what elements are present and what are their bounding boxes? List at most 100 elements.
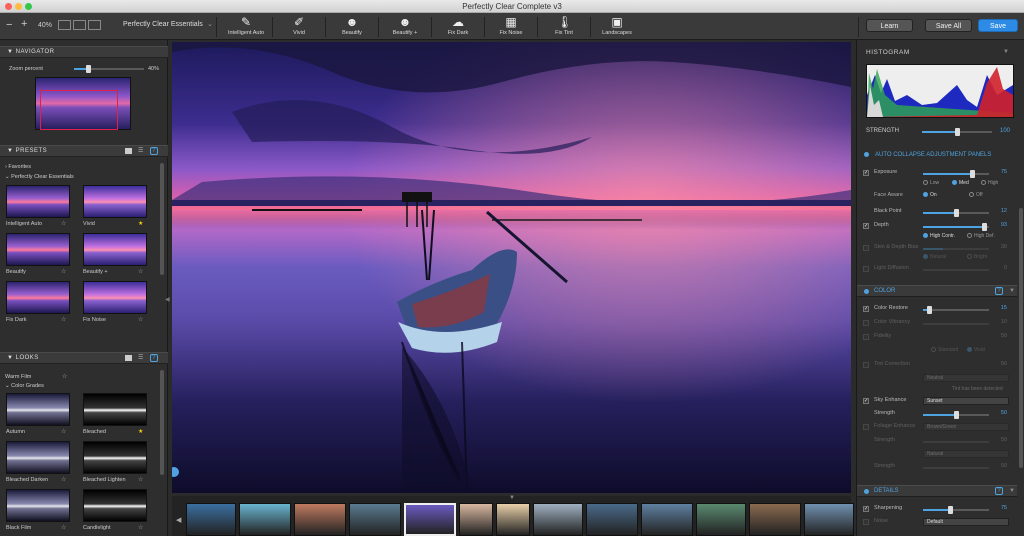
zoom-percent-slider[interactable] <box>74 65 144 73</box>
favorites-group[interactable]: › Favorites <box>5 164 31 170</box>
tool-intelligent-auto[interactable]: ✎ Intelligent Auto <box>222 13 270 40</box>
filmstrip-prev-icon[interactable]: ◀ <box>176 516 181 524</box>
exposure-med-radio[interactable]: Med <box>952 180 969 186</box>
help-icon[interactable]: ? <box>150 147 158 155</box>
grid-view-icon[interactable] <box>125 148 132 154</box>
filmstrip-thumbnail[interactable] <box>696 503 746 536</box>
color-grades-group[interactable]: ⌄ Color Grades <box>5 383 44 389</box>
fidelity-vivid-radio[interactable]: Vivid <box>967 347 985 353</box>
chevron-down-icon[interactable]: ⌄ <box>207 20 213 28</box>
face-off-radio[interactable]: Off <box>969 192 983 198</box>
tool-fix-tint[interactable]: 🌡 Fix Tint <box>540 13 588 40</box>
sky-strength-slider[interactable] <box>923 411 989 419</box>
star-icon[interactable]: ☆ <box>62 373 67 380</box>
presets-header[interactable]: ▼ PRESETS ☰ ? <box>0 145 168 157</box>
preset-thumbnail[interactable] <box>83 441 147 474</box>
star-icon[interactable]: ☆ <box>138 268 143 275</box>
single-view-icon[interactable] <box>58 20 71 30</box>
help-icon[interactable]: ? <box>995 487 1003 495</box>
color-restore-checkbox[interactable]: ✓ <box>863 306 869 312</box>
filmstrip-thumbnail[interactable] <box>586 503 638 536</box>
preset-select[interactable]: Perfectly Clear Essentials <box>123 21 203 28</box>
list-view-icon[interactable]: ☰ <box>138 146 144 157</box>
fidelity-standard-radio[interactable]: Standard <box>931 347 958 353</box>
light-diffusion-checkbox[interactable] <box>863 266 869 272</box>
preset-thumbnail[interactable] <box>83 489 147 522</box>
star-icon[interactable]: ★ <box>138 220 143 227</box>
filmstrip-thumbnail[interactable] <box>749 503 801 536</box>
star-icon[interactable]: ☆ <box>138 316 143 323</box>
minimize-window-button[interactable] <box>15 3 22 10</box>
histogram-collapse-icon[interactable]: ▼ <box>1003 49 1009 55</box>
preset-thumbnail[interactable] <box>83 185 147 218</box>
sky-enhance-checkbox[interactable]: ✓ <box>863 398 869 404</box>
preset-thumbnail[interactable] <box>6 185 70 218</box>
essentials-group[interactable]: ⌄ Perfectly Clear Essentials <box>5 174 74 180</box>
face-on-radio[interactable]: On <box>923 192 937 198</box>
filmstrip-toggle-icon[interactable]: ▼ <box>509 495 515 501</box>
tool-landscapes[interactable]: ▣ Landscapes <box>593 13 641 40</box>
foliage-checkbox[interactable] <box>863 424 869 430</box>
star-icon[interactable]: ☆ <box>138 524 143 531</box>
star-icon[interactable]: ☆ <box>61 316 66 323</box>
sharpening-slider[interactable] <box>923 506 989 514</box>
zoom-window-button[interactable] <box>25 3 32 10</box>
star-icon[interactable]: ☆ <box>138 476 143 483</box>
filmstrip-thumbnail[interactable] <box>404 503 456 536</box>
foliage-select[interactable]: Brown/Green <box>923 423 1009 431</box>
depth-checkbox[interactable]: ✓ <box>863 223 869 229</box>
tool-beautify[interactable]: ☻ Beautify + <box>381 13 429 40</box>
list-view-icon[interactable]: ☰ <box>138 353 144 364</box>
preset-thumbnail[interactable] <box>83 281 147 314</box>
save-button[interactable]: Save <box>978 19 1018 32</box>
noise-select[interactable]: Default <box>923 518 1009 526</box>
split-view-icon[interactable] <box>73 20 86 30</box>
preset-thumbnail[interactable] <box>6 233 70 266</box>
exposure-low-radio[interactable]: Low <box>923 180 939 186</box>
preset-thumbnail[interactable] <box>83 233 147 266</box>
close-window-button[interactable] <box>5 3 12 10</box>
light-diffusion-slider[interactable] <box>923 269 989 271</box>
collapse-icon[interactable]: ▼ <box>1009 486 1015 497</box>
learn-button[interactable]: Learn <box>866 19 913 32</box>
filmstrip-thumbnail[interactable] <box>349 503 401 536</box>
preset-thumbnail[interactable] <box>6 393 70 426</box>
skin-depth-checkbox[interactable] <box>863 245 869 251</box>
strength-slider[interactable] <box>922 128 992 136</box>
tint-select[interactable]: Neutral <box>923 374 1009 382</box>
skin-natural-radio[interactable]: Natural <box>923 254 946 260</box>
filmstrip-thumbnail[interactable] <box>641 503 693 536</box>
sky-select[interactable]: Sunset <box>923 397 1009 405</box>
foliage-select-2[interactable]: Natural <box>923 450 1009 458</box>
filmstrip-thumbnail[interactable] <box>459 503 493 536</box>
exposure-checkbox[interactable]: ✓ <box>863 170 869 176</box>
zoom-in-icon[interactable]: + <box>21 18 27 30</box>
strength3-slider[interactable] <box>923 467 989 469</box>
grid-view-icon[interactable] <box>125 355 132 361</box>
filmstrip-thumbnail[interactable] <box>533 503 583 536</box>
looks-header[interactable]: ▼ LOOKS ☰ ? <box>0 352 168 364</box>
collapse-left-icon[interactable]: ◀ <box>165 296 170 303</box>
filmstrip-thumbnail[interactable] <box>186 503 236 536</box>
skin-depth-slider[interactable] <box>923 248 989 250</box>
depth-high-contrast-radio[interactable]: High Contr. <box>923 233 955 239</box>
star-icon[interactable]: ☆ <box>61 476 66 483</box>
tool-fix-noise[interactable]: ▦ Fix Noise <box>487 13 535 40</box>
color-vibrancy-checkbox[interactable] <box>863 320 869 326</box>
details-section-header[interactable]: DETAILS? ▼ <box>857 485 1017 497</box>
adjustments-scrollbar[interactable] <box>1019 208 1023 468</box>
depth-slider[interactable] <box>923 223 989 231</box>
preset-thumbnail[interactable] <box>6 489 70 522</box>
color-vibrancy-slider[interactable] <box>923 323 989 325</box>
star-icon[interactable]: ☆ <box>61 220 66 227</box>
filmstrip-thumbnail[interactable] <box>294 503 346 536</box>
preset-thumbnail[interactable] <box>6 281 70 314</box>
looks-scrollbar[interactable] <box>160 370 164 475</box>
tool-fix-dark[interactable]: ☁ Fix Dark <box>434 13 482 40</box>
tool-vivid[interactable]: ✐ Vivid <box>275 13 323 40</box>
sharpening-checkbox[interactable]: ✓ <box>863 506 869 512</box>
noise-checkbox[interactable] <box>863 519 869 525</box>
collapse-icon[interactable]: ▼ <box>1009 286 1015 297</box>
star-icon[interactable]: ☆ <box>61 524 66 531</box>
preset-thumbnail[interactable] <box>6 441 70 474</box>
